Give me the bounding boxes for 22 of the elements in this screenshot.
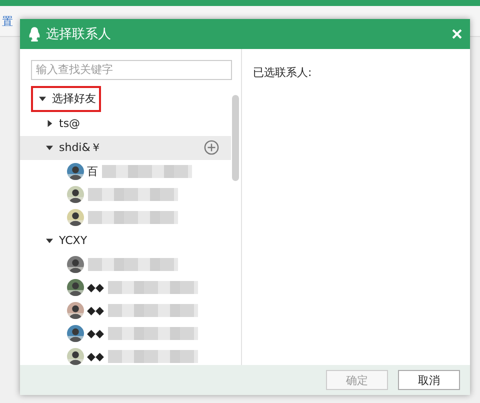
- contact-name[interactable]: ◆◆: [87, 350, 104, 362]
- toolbar-link[interactable]: 置: [2, 14, 13, 28]
- caret-icon: [46, 120, 53, 127]
- caret-icon: [46, 144, 53, 151]
- close-icon[interactable]: [452, 29, 462, 39]
- group-item[interactable]: ts@: [20, 112, 231, 136]
- add-icon[interactable]: [204, 140, 219, 155]
- dialog-title: 选择联系人: [46, 26, 112, 43]
- cancel-button[interactable]: 取消: [398, 370, 460, 390]
- contact-name[interactable]: 百: [87, 164, 98, 178]
- contact-name[interactable]: ◆◆: [87, 280, 104, 294]
- group-item[interactable]: YCXY: [20, 228, 231, 252]
- caret-icon: [39, 95, 46, 102]
- selected-contacts-label: 已选联系人:: [253, 66, 312, 79]
- penguin-icon: [28, 26, 41, 42]
- scrollbar-thumb[interactable]: [232, 95, 239, 181]
- group-item[interactable]: shdi&￥: [20, 136, 231, 160]
- contact-name[interactable]: ◆◆: [87, 326, 104, 340]
- search-field[interactable]: 输入查找关键字: [31, 60, 232, 80]
- tree-root-item[interactable]: 选择好友: [31, 86, 101, 112]
- caret-icon: [46, 237, 53, 244]
- contact-name[interactable]: ◆◆: [87, 304, 104, 316]
